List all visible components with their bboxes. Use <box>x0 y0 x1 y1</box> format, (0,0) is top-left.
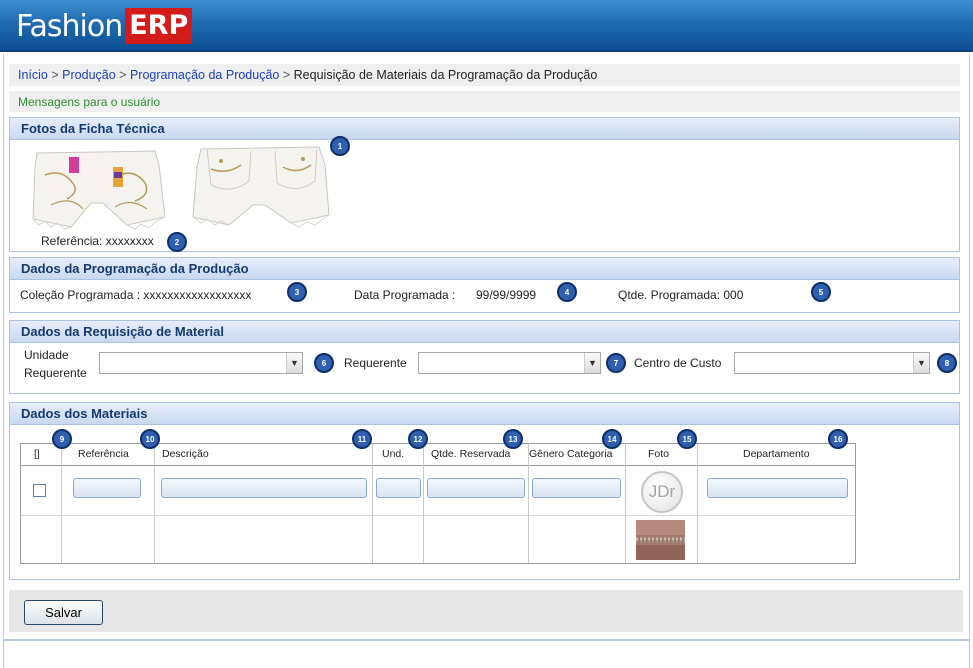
col-select-all[interactable]: [] <box>34 448 40 460</box>
fotos-panel-title: Fotos da Ficha Técnica <box>10 118 959 140</box>
referencia-field[interactable] <box>73 478 141 498</box>
col-qtde-reservada[interactable]: Qtde. Reservada <box>431 448 510 460</box>
data-programada-value: 99/99/9999 <box>476 288 537 302</box>
breadcrumb-inicio[interactable]: Início <box>18 68 48 82</box>
breadcrumb-producao[interactable]: Produção <box>62 68 116 82</box>
col-referencia[interactable]: Referência <box>78 448 129 460</box>
save-button[interactable]: Salvar <box>24 600 103 625</box>
callout-badge-16: 16 <box>828 429 848 449</box>
centro-custo-select[interactable]: ▼ <box>734 352 930 374</box>
user-messages: Mensagens para o usuário <box>9 91 960 112</box>
callout-badge-3: 3 <box>287 282 307 302</box>
callout-badge-6: 6 <box>314 353 334 373</box>
column-divider <box>625 444 626 563</box>
logo-text-erp: ERP <box>125 8 193 44</box>
genero-categoria-field[interactable] <box>532 478 621 498</box>
column-divider <box>372 444 373 563</box>
breadcrumb-separator: > <box>119 68 127 82</box>
callout-badge-14: 14 <box>602 429 622 449</box>
callout-badge-4: 4 <box>557 282 577 302</box>
referencia-label: Referência: xxxxxxxx <box>41 234 154 248</box>
row-checkbox[interactable] <box>33 484 46 497</box>
fashion-erp-logo[interactable]: Fashion ERP <box>16 6 193 46</box>
material-photo-logo[interactable]: JDr <box>641 471 683 513</box>
column-divider <box>61 444 62 563</box>
callout-badge-13: 13 <box>503 429 523 449</box>
logo-text-fashion: Fashion <box>16 8 123 44</box>
descricao-field[interactable] <box>161 478 367 498</box>
jdr-logo-text: JDr <box>648 482 676 501</box>
callout-badge-9: 9 <box>52 429 72 449</box>
unidade-requerente-select[interactable]: ▼ <box>99 352 303 374</box>
chevron-down-icon[interactable]: ▼ <box>584 353 600 373</box>
column-divider <box>697 444 698 563</box>
breadcrumb-separator: > <box>51 68 59 82</box>
breadcrumb-programacao[interactable]: Programação da Produção <box>130 68 279 82</box>
colecao-programada: Coleção Programada : xxxxxxxxxxxxxxxxxx <box>20 288 252 302</box>
requerente-label: Requerente <box>344 356 407 370</box>
callout-badge-7: 7 <box>606 353 626 373</box>
column-divider <box>423 444 424 563</box>
product-photo-front[interactable] <box>31 145 165 230</box>
material-photo-zipper[interactable] <box>636 520 685 560</box>
callout-badge-5: 5 <box>811 282 831 302</box>
col-und[interactable]: Und. <box>382 448 404 460</box>
unidade-label-line1: Unidade <box>24 348 69 362</box>
data-programada-label: Data Programada : <box>354 288 456 302</box>
callout-badge-2: 2 <box>167 232 187 252</box>
qtde-reservada-field[interactable] <box>427 478 525 498</box>
requisicao-panel-title: Dados da Requisição de Material <box>10 321 959 343</box>
callout-badge-15: 15 <box>677 429 697 449</box>
callout-badge-10: 10 <box>140 429 160 449</box>
column-divider <box>528 444 529 563</box>
action-bar <box>9 590 963 632</box>
callout-badge-8: 8 <box>937 353 957 373</box>
callout-badge-11: 11 <box>352 429 372 449</box>
callout-badge-1: 1 <box>330 136 350 156</box>
centro-custo-label: Centro de Custo <box>634 356 722 370</box>
row-divider <box>21 515 855 516</box>
col-genero-categoria[interactable]: Gênero Categoria <box>529 448 612 460</box>
col-foto[interactable]: Foto <box>648 448 669 460</box>
app-header: Fashion ERP <box>0 0 973 52</box>
unidade-label-line2: Requerente <box>24 366 87 380</box>
chevron-down-icon[interactable]: ▼ <box>913 353 929 373</box>
requerente-select[interactable]: ▼ <box>418 352 601 374</box>
und-field[interactable] <box>376 478 421 498</box>
col-descricao[interactable]: Descrição <box>162 448 209 460</box>
materiais-table: [] Referência Descrição Und. Qtde. Reser… <box>20 443 856 564</box>
programacao-panel-title: Dados da Programação da Produção <box>10 258 959 280</box>
qtde-programada: Qtde. Programada: 000 <box>618 288 744 302</box>
breadcrumb: Início > Produção > Programação da Produ… <box>9 64 960 86</box>
column-divider <box>154 444 155 563</box>
breadcrumb-current: Requisição de Materiais da Programação d… <box>293 68 598 82</box>
callout-badge-12: 12 <box>408 429 428 449</box>
chevron-down-icon[interactable]: ▼ <box>286 353 302 373</box>
materiais-panel-title: Dados dos Materiais <box>10 403 959 425</box>
breadcrumb-separator: > <box>282 68 291 82</box>
col-departamento[interactable]: Departamento <box>743 448 810 460</box>
footer-area <box>3 641 970 668</box>
product-photo-back[interactable] <box>191 145 331 229</box>
departamento-field[interactable] <box>707 478 848 498</box>
